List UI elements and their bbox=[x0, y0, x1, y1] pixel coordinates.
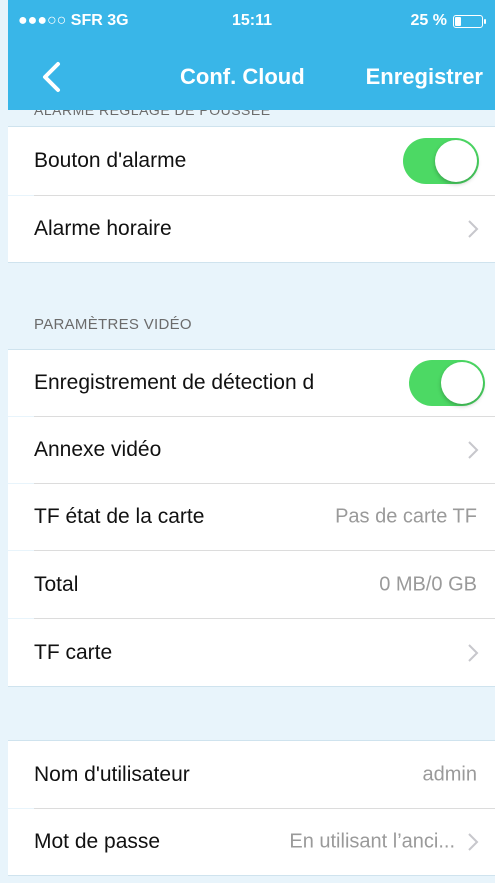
page-title: Conf. Cloud bbox=[180, 64, 305, 89]
row-alarm-button[interactable]: Bouton d'alarme bbox=[8, 127, 495, 195]
divider bbox=[8, 262, 495, 263]
settings-screen: ALARME RÉGLAGE DE POUSSÉE Bouton d'alarm… bbox=[8, 0, 495, 883]
battery-percent: 25 % bbox=[410, 12, 447, 29]
chevron-right-icon bbox=[468, 643, 479, 662]
back-chevron-icon[interactable] bbox=[38, 60, 66, 94]
battery-status: 25 % bbox=[410, 12, 486, 30]
battery-icon bbox=[453, 14, 486, 28]
username-value: admin bbox=[422, 763, 477, 785]
navigation-bar: Conf. Cloud Enregistrer bbox=[8, 58, 495, 98]
password-value: En utilisant l’anci... bbox=[289, 830, 455, 853]
toggle-knob bbox=[441, 362, 483, 404]
motion-recording-toggle[interactable] bbox=[409, 360, 485, 406]
row-label: Annexe vidéo bbox=[34, 438, 162, 461]
row-tf-card-status: TF état de la carte Pas de carte TF bbox=[8, 484, 495, 550]
row-label: Mot de passe bbox=[34, 830, 161, 853]
row-label: Enregistrement de détection d bbox=[34, 371, 315, 394]
row-alarm-schedule[interactable]: Alarme horaire bbox=[8, 196, 495, 262]
row-total: Total 0 MB/0 GB bbox=[8, 551, 495, 618]
carrier-signal: ●●●○○ SFR 3G bbox=[18, 12, 129, 29]
total-storage-value: 0 MB/0 GB bbox=[379, 573, 477, 595]
divider bbox=[8, 875, 495, 876]
save-button[interactable]: Enregistrer bbox=[366, 64, 483, 90]
row-label: TF état de la carte bbox=[34, 505, 205, 528]
row-password[interactable]: Mot de passe En utilisant l’anci... bbox=[8, 809, 495, 875]
status-bar: ●●●○○ SFR 3G 15:11 25 % bbox=[8, 12, 495, 36]
alarm-button-toggle[interactable] bbox=[403, 138, 479, 184]
row-tf-card[interactable]: TF carte bbox=[8, 619, 495, 686]
divider bbox=[8, 686, 495, 687]
row-label: Total bbox=[34, 572, 79, 596]
video-section-header: PARAMÈTRES VIDÉO bbox=[34, 316, 192, 333]
row-username[interactable]: Nom d'utilisateur admin bbox=[8, 741, 495, 808]
row-video-attachment[interactable]: Annexe vidéo bbox=[8, 417, 495, 483]
row-label: TF carte bbox=[34, 640, 113, 664]
chevron-right-icon bbox=[468, 220, 479, 238]
status-time: 15:11 bbox=[232, 12, 273, 29]
row-label: Nom d'utilisateur bbox=[34, 762, 190, 786]
chevron-right-icon bbox=[468, 833, 479, 851]
row-motion-recording[interactable]: Enregistrement de détection d bbox=[8, 350, 495, 416]
row-label: Alarme horaire bbox=[34, 217, 172, 240]
row-label: Bouton d'alarme bbox=[34, 149, 187, 172]
top-bar: ●●●○○ SFR 3G 15:11 25 % Conf. Cloud Enre… bbox=[8, 0, 495, 110]
toggle-knob bbox=[435, 140, 477, 182]
chevron-right-icon bbox=[468, 441, 479, 459]
tf-card-status-value: Pas de carte TF bbox=[335, 505, 477, 528]
